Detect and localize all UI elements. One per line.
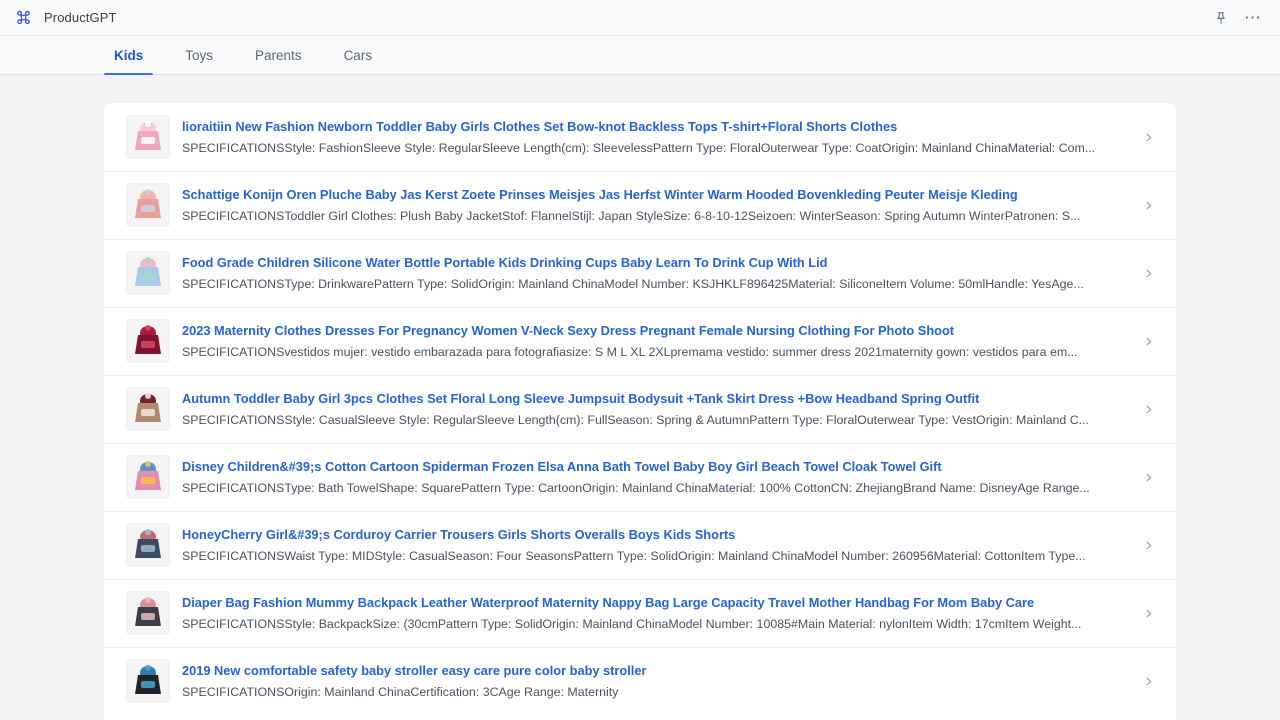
result-text: 2019 New comfortable safety baby strolle… — [182, 663, 1140, 700]
chevron-right-icon[interactable] — [1140, 605, 1156, 621]
chevron-right-icon[interactable] — [1140, 537, 1156, 553]
result-text: lioraitiin New Fashion Newborn Toddler B… — [182, 119, 1140, 156]
result-specifications: SPECIFICATIONSType: Bath TowelShape: Squ… — [182, 480, 1090, 495]
result-row[interactable]: 2019 New comfortable safety baby strolle… — [104, 647, 1176, 715]
tab-toys-label: Toys — [185, 47, 214, 63]
product-thumbnail-silicone-cups — [126, 251, 170, 295]
result-row[interactable]: lioraitiin New Fashion Newborn Toddler B… — [104, 103, 1176, 171]
more-horizontal-icon[interactable]: ⋯ — [1244, 9, 1262, 27]
result-specifications: SPECIFICATIONSOrigin: Mainland ChinaCert… — [182, 684, 619, 699]
result-specifications: SPECIFICATIONSWaist Type: MIDStyle: Casu… — [182, 548, 1086, 563]
chevron-right-icon[interactable] — [1140, 333, 1156, 349]
result-text: Food Grade Children Silicone Water Bottl… — [182, 255, 1140, 292]
result-title[interactable]: Disney Children&#39;s Cotton Cartoon Spi… — [182, 459, 1126, 475]
chevron-right-icon[interactable] — [1140, 197, 1156, 213]
tab-bar: Kids Toys Parents Cars — [0, 36, 1280, 75]
result-specifications: SPECIFICATIONSToddler Girl Clothes: Plus… — [182, 208, 1081, 223]
result-row[interactable]: Disney Children&#39;s Cotton Cartoon Spi… — [104, 443, 1176, 511]
result-text: Disney Children&#39;s Cotton Cartoon Spi… — [182, 459, 1140, 496]
result-row[interactable]: Autumn Toddler Baby Girl 3pcs Clothes Se… — [104, 375, 1176, 443]
result-specifications: SPECIFICATIONSStyle: FashionSleeve Style… — [182, 140, 1096, 155]
product-thumbnail-baby-stroller — [126, 659, 170, 703]
tab-parents-label: Parents — [255, 47, 302, 63]
result-row[interactable]: 2023 Maternity Clothes Dresses For Pregn… — [104, 307, 1176, 375]
product-thumbnail-toddler-3pcs-set — [126, 387, 170, 431]
app-bar-left: ProductGPT — [14, 9, 117, 27]
product-thumbnail-corduroy-overalls — [126, 523, 170, 567]
tab-toys[interactable]: Toys — [175, 36, 223, 74]
product-thumbnail-diaper-backpack — [126, 591, 170, 635]
result-specifications: SPECIFICATIONSStyle: CasualSleeve Style:… — [182, 412, 1089, 427]
result-title[interactable]: Schattige Konijn Oren Pluche Baby Jas Ke… — [182, 187, 1126, 203]
pin-icon[interactable] — [1212, 9, 1230, 27]
result-title[interactable]: Autumn Toddler Baby Girl 3pcs Clothes Se… — [182, 391, 1126, 407]
product-thumbnail-maternity-dress — [126, 319, 170, 363]
result-text: Diaper Bag Fashion Mummy Backpack Leathe… — [182, 595, 1140, 632]
result-specifications: SPECIFICATIONSType: DrinkwarePattern Typ… — [182, 276, 1084, 291]
app-bar: ProductGPT ⋯ — [0, 0, 1280, 36]
result-title[interactable]: lioraitiin New Fashion Newborn Toddler B… — [182, 119, 1126, 135]
product-thumbnail-cartoon-bath-towels — [126, 455, 170, 499]
result-title[interactable]: Food Grade Children Silicone Water Bottl… — [182, 255, 1126, 271]
app-title: ProductGPT — [44, 10, 117, 25]
result-row[interactable]: HoneyCherry Girl&#39;s Corduroy Carrier … — [104, 511, 1176, 579]
result-text: Autumn Toddler Baby Girl 3pcs Clothes Se… — [182, 391, 1140, 428]
result-specifications: SPECIFICATIONSvestidos mujer: vestido em… — [182, 344, 1078, 359]
product-thumbnail-pink-plush-jacket — [126, 183, 170, 227]
product-thumbnail-baby-girl-outfit — [126, 115, 170, 159]
chevron-right-icon[interactable] — [1140, 401, 1156, 417]
result-title[interactable]: 2019 New comfortable safety baby strolle… — [182, 663, 1126, 679]
results-card: lioraitiin New Fashion Newborn Toddler B… — [104, 103, 1176, 720]
clover-grid-icon — [14, 9, 32, 27]
tab-cars-label: Cars — [343, 47, 373, 63]
result-row[interactable]: Schattige Konijn Oren Pluche Baby Jas Ke… — [104, 171, 1176, 239]
chevron-right-icon[interactable] — [1140, 129, 1156, 145]
result-title[interactable]: 2023 Maternity Clothes Dresses For Pregn… — [182, 323, 1126, 339]
result-text: Schattige Konijn Oren Pluche Baby Jas Ke… — [182, 187, 1140, 224]
tab-parents[interactable]: Parents — [245, 36, 312, 74]
result-specifications: SPECIFICATIONSStyle: BackpackSize: (30cm… — [182, 616, 1082, 631]
content-area: lioraitiin New Fashion Newborn Toddler B… — [0, 75, 1280, 720]
result-title[interactable]: HoneyCherry Girl&#39;s Corduroy Carrier … — [182, 527, 1126, 543]
result-row[interactable]: Diaper Bag Fashion Mummy Backpack Leathe… — [104, 579, 1176, 647]
result-row[interactable]: Food Grade Children Silicone Water Bottl… — [104, 239, 1176, 307]
result-text: HoneyCherry Girl&#39;s Corduroy Carrier … — [182, 527, 1140, 564]
chevron-right-icon[interactable] — [1140, 469, 1156, 485]
chevron-right-icon[interactable] — [1140, 265, 1156, 281]
result-title[interactable]: Diaper Bag Fashion Mummy Backpack Leathe… — [182, 595, 1126, 611]
tab-cars[interactable]: Cars — [334, 36, 383, 74]
chevron-right-icon[interactable] — [1140, 673, 1156, 689]
tab-kids[interactable]: Kids — [104, 36, 154, 75]
result-text: 2023 Maternity Clothes Dresses For Pregn… — [182, 323, 1140, 360]
app-bar-right: ⋯ — [1212, 9, 1268, 27]
tab-kids-label: Kids — [114, 47, 144, 63]
